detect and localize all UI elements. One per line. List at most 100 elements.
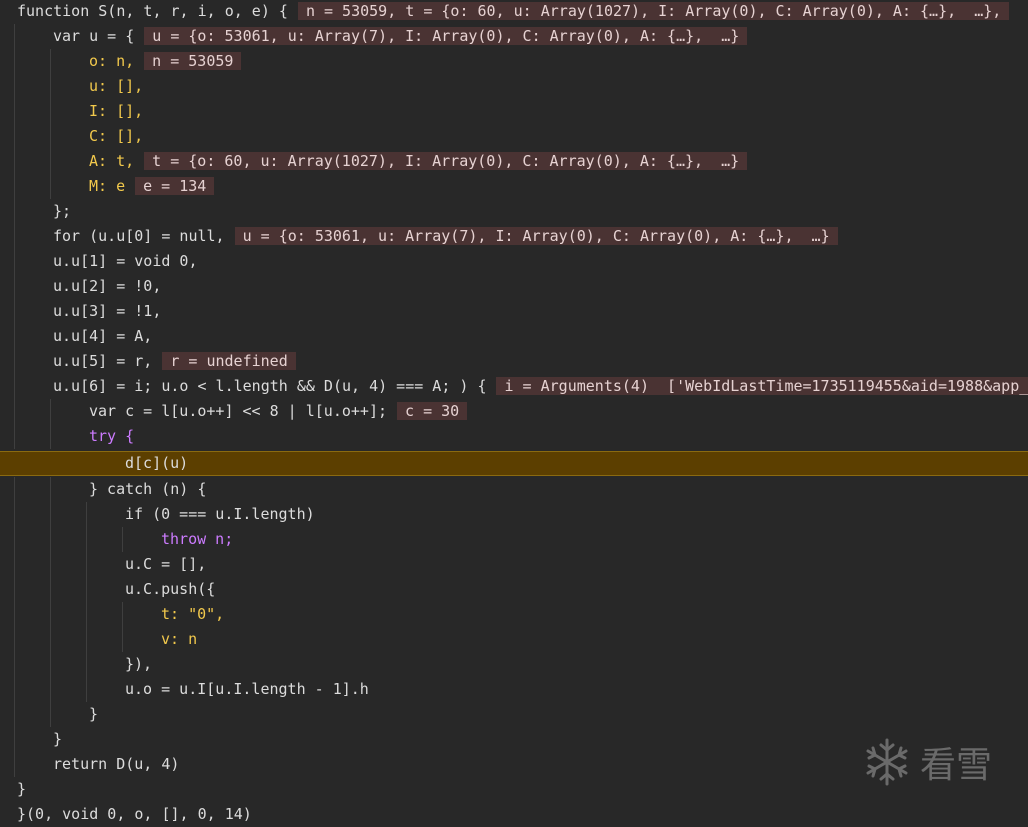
code-text: u.u[2] = !0,: [53, 277, 162, 295]
code-line[interactable]: var c = l[u.o++] << 8 | l[u.o++]; c = 30: [0, 399, 1028, 424]
code-text: C: [],: [89, 127, 144, 145]
indent-guide: [50, 74, 51, 99]
code-line[interactable]: if (0 === u.I.length): [0, 502, 1028, 527]
indent-guide: [14, 199, 15, 224]
code-text: for (u.u[0] = null,: [53, 227, 225, 245]
code-text: u.u[4] = A,: [53, 327, 153, 345]
code-line[interactable]: throw n;: [0, 527, 1028, 552]
indent-guide: [50, 552, 51, 577]
indent-guide: [86, 552, 87, 577]
inline-value: r = undefined: [162, 352, 296, 370]
current-execution-line[interactable]: d[c](u): [0, 451, 1028, 476]
code-text: A: t,: [89, 152, 135, 170]
code-line[interactable]: A: t, t = {o: 60, u: Array(1027), I: Arra…: [0, 149, 1028, 174]
code-line[interactable]: u.u[1] = void 0,: [0, 249, 1028, 274]
inline-value: i = Arguments(4) ['WebIdLastTime=1735119…: [496, 377, 1028, 395]
code-text: throw n;: [161, 530, 234, 548]
code-editor[interactable]: function S(n, t, r, i, o, e) { n = 53059,…: [0, 0, 1028, 823]
code-line[interactable]: u.u[4] = A,: [0, 324, 1028, 349]
code-line[interactable]: } catch (n) {: [0, 477, 1028, 502]
indent-guide: [122, 602, 123, 627]
indent-guide: [50, 627, 51, 652]
code-line[interactable]: u.u[2] = !0,: [0, 274, 1028, 299]
code-line[interactable]: u.C.push({: [0, 577, 1028, 602]
indent-guide: [86, 602, 87, 627]
code-line[interactable]: C: [],: [0, 124, 1028, 149]
indent-guide: [50, 602, 51, 627]
indent-guide: [86, 652, 87, 677]
code-text: }: [17, 780, 27, 798]
indent-guide: [14, 477, 15, 502]
indent-guide: [14, 149, 15, 174]
indent-guide: [50, 477, 51, 502]
code-line[interactable]: u: [],: [0, 74, 1028, 99]
indent-guide: [14, 374, 15, 399]
code-text: u.o = u.I[u.I.length - 1].h: [125, 680, 369, 698]
indent-guide: [122, 527, 123, 552]
code-line[interactable]: }(0, void 0, o, [], 0, 14): [0, 802, 1028, 827]
code-text: } catch (n) {: [89, 480, 207, 498]
code-text: u.u[6] = i; u.o < l.length && D(u, 4) ==…: [53, 377, 487, 395]
indent-guide: [14, 299, 15, 324]
indent-guide: [14, 677, 15, 702]
code-text: }),: [125, 655, 153, 673]
code-line[interactable]: u.u[6] = i; u.o < l.length && D(u, 4) ==…: [0, 374, 1028, 399]
code-line[interactable]: function S(n, t, r, i, o, e) { n = 53059,…: [0, 0, 1028, 24]
indent-guide: [14, 99, 15, 124]
indent-guide: [50, 149, 51, 174]
code-line[interactable]: try {: [0, 424, 1028, 449]
indent-guide: [86, 527, 87, 552]
inline-value: n = 53059, t = {o: 60, u: Array(1027), I…: [297, 2, 1010, 20]
code-line[interactable]: o: n, n = 53059: [0, 49, 1028, 74]
inline-value: n = 53059: [144, 52, 242, 70]
indent-guide: [50, 49, 51, 74]
code-line[interactable]: u.C = [],: [0, 552, 1028, 577]
indent-guide: [14, 627, 15, 652]
code-text: u: [],: [89, 77, 144, 95]
watermark-text: 看雪: [920, 745, 993, 786]
code-line[interactable]: }),: [0, 652, 1028, 677]
indent-guide: [14, 399, 15, 424]
code-line[interactable]: u.u[3] = !1,: [0, 299, 1028, 324]
indent-guide: [14, 74, 15, 99]
inline-value: c = 30: [397, 402, 468, 420]
code-line[interactable]: I: [],: [0, 99, 1028, 124]
indent-guide: [50, 174, 51, 199]
inline-value: u = {o: 53061, u: Array(7), I: Array(0),…: [234, 227, 838, 245]
code-line[interactable]: v: n: [0, 627, 1028, 652]
indent-guide: [14, 752, 15, 777]
code-line[interactable]: var u = { u = {o: 53061, u: Array(7), I: …: [0, 24, 1028, 49]
code-line[interactable]: M: e e = 134: [0, 174, 1028, 199]
indent-guide: [14, 349, 15, 374]
code-text: var u = {: [53, 27, 135, 45]
code-text: }(0, void 0, o, [], 0, 14): [17, 805, 252, 823]
code-text: var c = l[u.o++] << 8 | l[u.o++];: [89, 402, 388, 420]
code-line[interactable]: u.o = u.I[u.I.length - 1].h: [0, 677, 1028, 702]
indent-guide: [14, 702, 15, 727]
indent-guide: [14, 502, 15, 527]
code-line[interactable]: for (u.u[0] = null, u = {o: 53061, u: Arr…: [0, 224, 1028, 249]
indent-guide: [14, 424, 15, 449]
code-line[interactable]: u.u[5] = r, r = undefined: [0, 349, 1028, 374]
code-text: u.C = [],: [125, 555, 207, 573]
indent-guide: [14, 49, 15, 74]
code-text: u.u[1] = void 0,: [53, 252, 198, 270]
code-line[interactable]: t: "0",: [0, 602, 1028, 627]
code-text: u.C.push({: [125, 580, 216, 598]
snowflake-icon: [866, 738, 908, 786]
code-text: return D(u, 4): [53, 755, 180, 773]
indent-guide: [14, 274, 15, 299]
indent-guide: [14, 174, 15, 199]
inline-value: u = {o: 53061, u: Array(7), I: Array(0),…: [144, 27, 748, 45]
code-text: function S(n, t, r, i, o, e) {: [17, 2, 288, 20]
indent-guide: [14, 577, 15, 602]
indent-guide: [50, 677, 51, 702]
code-line[interactable]: };: [0, 199, 1028, 224]
indent-guide: [14, 602, 15, 627]
code-text: };: [53, 202, 72, 220]
indent-guide: [14, 727, 15, 752]
code-text: t: "0",: [161, 605, 225, 623]
code-line[interactable]: }: [0, 702, 1028, 727]
code-text: M: e: [89, 177, 126, 195]
indent-guide: [14, 527, 15, 552]
